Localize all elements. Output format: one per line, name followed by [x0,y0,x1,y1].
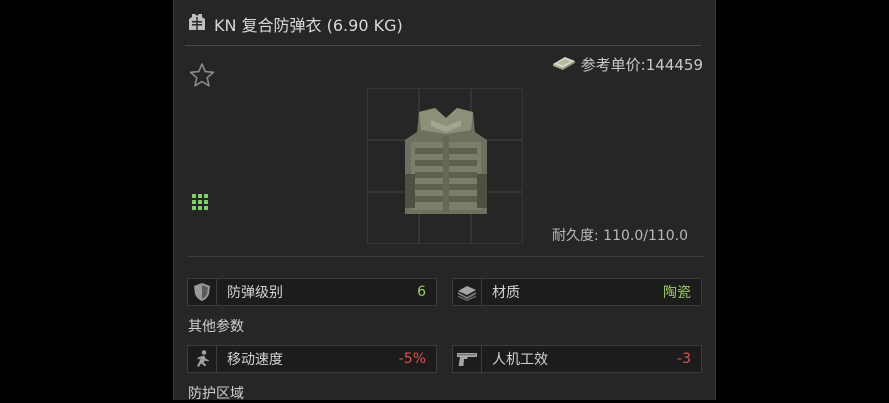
material-plates-icon [453,279,482,305]
pistol-icon [453,346,482,372]
item-title: KN 复合防弹衣 (6.90 KG) [214,16,403,35]
header-divider [185,45,701,46]
stat-label: 材质 [492,285,520,301]
body-armor-icon [188,13,206,35]
grid-slots-icon [192,194,208,214]
stat-armor-class: 防弹级别 6 [187,278,437,306]
money-stack-icon [551,55,577,75]
stat-material: 材质 陶瓷 [452,278,702,306]
reference-price: 参考单价:144459 [551,54,703,75]
stat-label: 移动速度 [227,352,283,368]
stat-move-speed: 移动速度 -5% [187,345,437,373]
durability-text: 耐久度: 110.0/110.0 [552,228,689,244]
stat-label: 防弹级别 [227,285,283,301]
price-label: 参考单价:144459 [580,56,703,74]
panel-left-border [173,0,174,400]
stat-value: 陶瓷 [663,285,691,301]
item-header: KN 复合防弹衣 (6.90 KG) [188,10,403,38]
favorite-star-icon[interactable] [189,62,215,92]
running-man-icon [188,346,217,372]
protection-zone-heading: 防护区域 [188,386,244,402]
stat-label: 人机工效 [492,352,548,368]
stat-value: -3 [677,351,691,367]
other-params-heading: 其他参数 [188,319,244,335]
panel-right-border [715,0,716,400]
body-armor-vest-image [401,104,491,228]
stats-divider [187,256,703,257]
stat-ergonomics: 人机工效 -3 [452,345,702,373]
stat-value: 6 [417,284,426,300]
shield-icon [188,279,217,305]
stat-value: -5% [398,351,426,367]
